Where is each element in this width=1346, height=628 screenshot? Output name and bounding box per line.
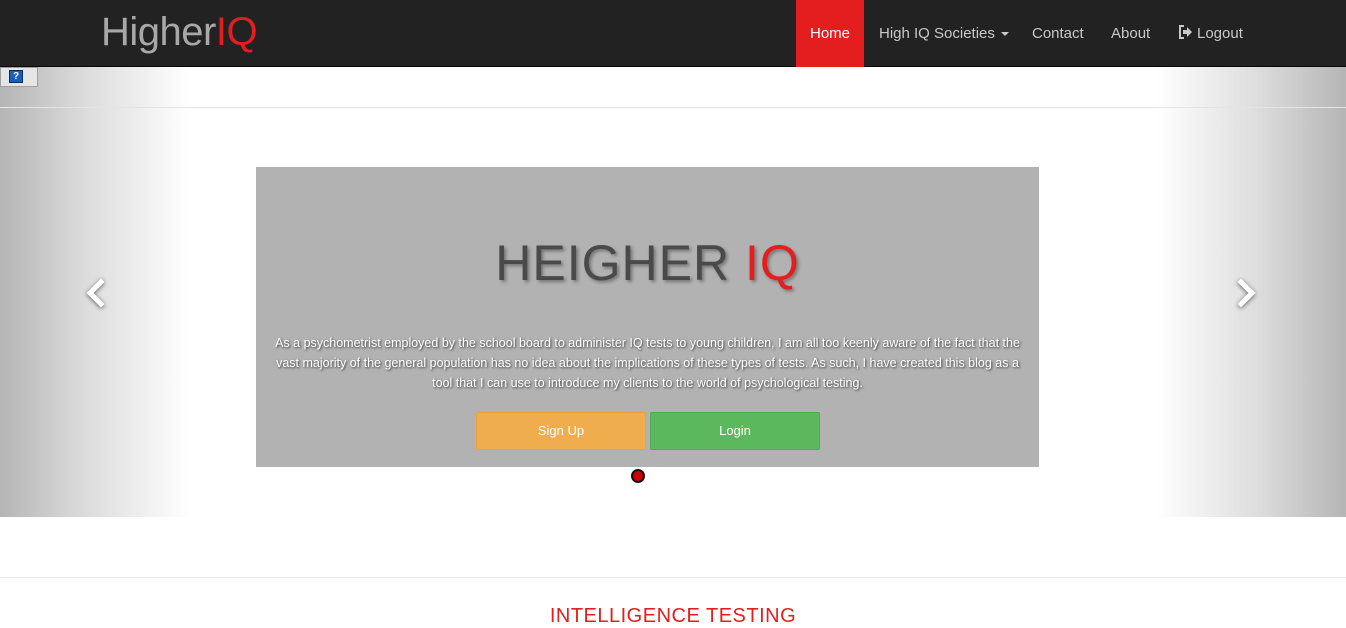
nav-high-iq-societies-label: High IQ Societies — [879, 25, 995, 42]
carousel-indicator-active[interactable] — [631, 469, 645, 483]
nav-home[interactable]: Home — [796, 0, 864, 67]
caret-down-icon — [1000, 31, 1009, 36]
brand-logo-text: Higher — [101, 10, 216, 54]
hero-description: As a psychometrist employed by the schoo… — [275, 336, 1020, 390]
hero-title-accent: IQ — [744, 235, 800, 291]
login-button[interactable]: Login — [650, 412, 820, 450]
section-divider — [0, 577, 1346, 578]
brand-logo-accent: IQ — [215, 10, 258, 54]
nav-home-label: Home — [810, 25, 851, 42]
help-icon: ? — [9, 70, 23, 83]
carousel-divider — [0, 107, 1346, 108]
chevron-right-icon — [1237, 278, 1256, 308]
help-tab[interactable]: ? — [0, 67, 38, 87]
sign-up-button[interactable]: Sign Up — [476, 412, 646, 450]
logout-icon — [1178, 24, 1193, 43]
carousel-prev-button[interactable] — [76, 273, 116, 313]
hero-carousel: HEIGHER IQ As a psychometrist employed b… — [0, 67, 1346, 517]
nav-logout[interactable]: Logout — [1163, 0, 1258, 67]
hero-title: HEIGHER IQ — [256, 233, 1039, 293]
top-navbar: HigherIQ Home High IQ Societies Contact … — [0, 0, 1346, 67]
nav-contact-label: Contact — [1032, 25, 1084, 42]
nav-about-label: About — [1111, 25, 1151, 42]
nav-contact[interactable]: Contact — [1017, 0, 1099, 67]
hero-title-main: HEIGHER — [495, 235, 745, 291]
brand-logo[interactable]: HigherIQ — [101, 8, 258, 56]
nav-logout-label: Logout — [1197, 25, 1243, 42]
carousel-next-button[interactable] — [1226, 273, 1266, 313]
nav-high-iq-societies[interactable]: High IQ Societies — [864, 0, 1024, 67]
section-heading: INTELLIGENCE TESTING — [549, 605, 797, 627]
chevron-left-icon — [86, 278, 105, 308]
nav-about[interactable]: About — [1096, 0, 1165, 67]
hero-panel: HEIGHER IQ As a psychometrist employed b… — [256, 167, 1039, 467]
